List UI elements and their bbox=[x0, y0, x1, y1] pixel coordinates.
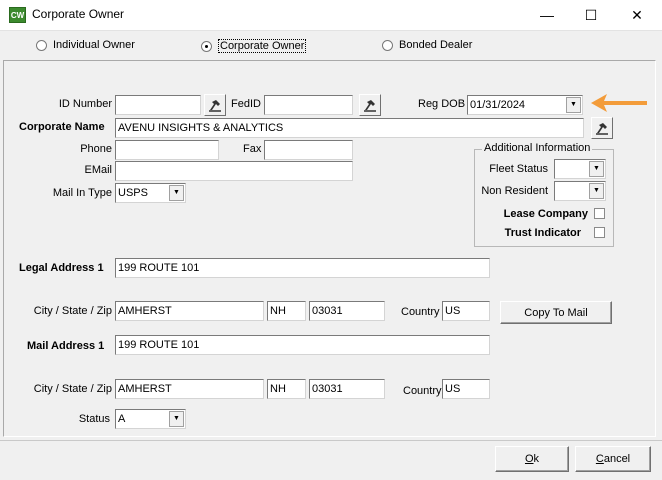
lease-company-checkbox[interactable] bbox=[594, 208, 605, 219]
fax-label: Fax bbox=[243, 143, 262, 155]
maximize-button[interactable]: ☐ bbox=[568, 0, 614, 30]
chevron-down-icon[interactable]: ▼ bbox=[589, 183, 604, 199]
minimize-button[interactable]: — bbox=[524, 0, 570, 30]
legal-country-field[interactable]: US bbox=[442, 301, 490, 321]
radio-circle[interactable] bbox=[36, 39, 47, 51]
id-number-field[interactable] bbox=[115, 95, 201, 115]
corporate-name-lookup-button[interactable] bbox=[591, 117, 613, 139]
mail-city-state-zip-label: City / State / Zip bbox=[33, 383, 112, 395]
ok-button[interactable]: Ok bbox=[495, 446, 569, 472]
fedid-lookup-button[interactable] bbox=[359, 94, 381, 116]
trust-indicator-checkbox[interactable] bbox=[594, 227, 605, 238]
mail-in-type-label: Mail In Type bbox=[52, 187, 112, 199]
legal-state-field[interactable]: NH bbox=[267, 301, 306, 321]
status-value: A bbox=[118, 413, 126, 425]
trust-indicator-label: Trust Indicator bbox=[504, 227, 581, 239]
radio-circle[interactable] bbox=[382, 39, 393, 51]
reg-dob-value: 01/31/2024 bbox=[470, 99, 526, 111]
fleet-status-combo[interactable]: ▼ bbox=[554, 159, 606, 179]
radio-label: Corporate Owner bbox=[218, 39, 307, 53]
radio-label: Individual Owner bbox=[53, 39, 135, 51]
mail-country-field[interactable]: US bbox=[442, 379, 490, 399]
corporate-name-field[interactable]: AVENU INSIGHTS & ANALYTICS bbox=[115, 118, 584, 138]
mail-state-field[interactable]: NH bbox=[267, 379, 306, 399]
radio-individual-owner[interactable]: Individual Owner bbox=[36, 39, 135, 51]
lookup-tool-icon bbox=[364, 100, 376, 112]
legal-address-label: Legal Address 1 bbox=[19, 262, 104, 274]
mail-in-type-combo[interactable]: USPS ▼ bbox=[115, 183, 186, 203]
chevron-down-icon[interactable]: ▼ bbox=[589, 161, 604, 177]
id-number-label: ID Number bbox=[58, 98, 112, 110]
phone-label: Phone bbox=[80, 143, 112, 155]
status-combo[interactable]: A ▼ bbox=[115, 409, 186, 429]
radio-label: Bonded Dealer bbox=[399, 39, 473, 51]
cancel-button-label: Cancel bbox=[595, 453, 631, 465]
legal-city-state-zip-label: City / State / Zip bbox=[33, 305, 112, 317]
additional-info-title: Additional Information bbox=[482, 142, 593, 154]
cancel-button[interactable]: Cancel bbox=[575, 446, 651, 472]
non-resident-label: Non Resident bbox=[481, 185, 548, 197]
legal-country-label: Country bbox=[401, 306, 440, 318]
chevron-down-icon[interactable]: ▼ bbox=[169, 411, 184, 427]
mail-city-field[interactable]: AMHERST bbox=[115, 379, 264, 399]
app-icon: CW bbox=[9, 7, 26, 23]
title-separator bbox=[0, 30, 662, 31]
close-button[interactable]: ✕ bbox=[614, 0, 660, 30]
legal-address-field[interactable]: 199 ROUTE 101 bbox=[115, 258, 490, 278]
mail-address-field[interactable]: 199 ROUTE 101 bbox=[115, 335, 490, 355]
lookup-tool-icon bbox=[596, 123, 608, 135]
mail-address-label: Mail Address 1 bbox=[27, 340, 105, 352]
window-title: Corporate Owner bbox=[32, 7, 125, 21]
orange-pointer-arrow-icon bbox=[591, 94, 647, 112]
lookup-tool-icon bbox=[209, 100, 221, 112]
corporate-name-label: Corporate Name bbox=[19, 121, 105, 133]
fedid-field[interactable] bbox=[264, 95, 353, 115]
mail-zip-field[interactable]: 03031 bbox=[309, 379, 385, 399]
legal-city-field[interactable]: AMHERST bbox=[115, 301, 264, 321]
email-field[interactable] bbox=[115, 161, 353, 181]
non-resident-combo[interactable]: ▼ bbox=[554, 181, 606, 201]
legal-zip-field[interactable]: 03031 bbox=[309, 301, 385, 321]
radio-corporate-owner[interactable]: Corporate Owner bbox=[201, 39, 307, 53]
reg-dob-combo[interactable]: 01/31/2024 ▼ bbox=[467, 95, 583, 115]
lease-company-label: Lease Company bbox=[503, 208, 588, 220]
fax-field[interactable] bbox=[264, 140, 353, 160]
chevron-down-icon[interactable]: ▼ bbox=[169, 185, 184, 201]
ok-button-label: Ok bbox=[524, 453, 540, 465]
fleet-status-label: Fleet Status bbox=[489, 163, 548, 175]
mail-country-label: Country bbox=[403, 385, 442, 397]
reg-dob-label: Reg DOB bbox=[418, 98, 466, 110]
id-lookup-button[interactable] bbox=[204, 94, 226, 116]
chevron-down-icon[interactable]: ▼ bbox=[566, 97, 581, 113]
radio-bonded-dealer[interactable]: Bonded Dealer bbox=[382, 39, 472, 51]
status-label: Status bbox=[78, 413, 110, 425]
mail-in-type-value: USPS bbox=[118, 187, 148, 199]
radio-circle-selected[interactable] bbox=[201, 40, 212, 52]
copy-to-mail-button[interactable]: Copy To Mail bbox=[500, 301, 612, 324]
email-label: EMail bbox=[84, 164, 112, 176]
fedid-label: FedID bbox=[231, 98, 261, 110]
phone-field[interactable] bbox=[115, 140, 219, 160]
